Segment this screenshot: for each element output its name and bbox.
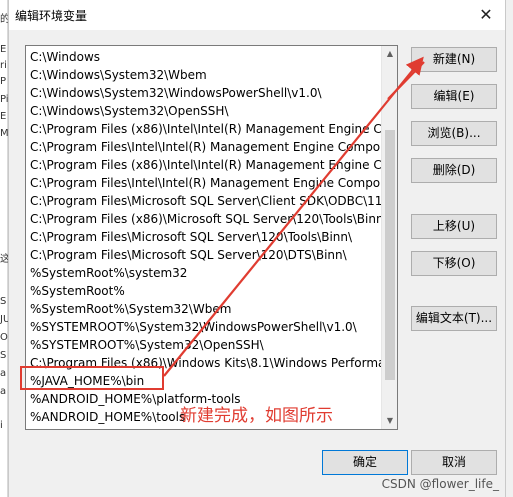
annotation-arrow-long [163,56,424,377]
annotation-arrows [163,56,425,377]
watermark: CSDN @flower_life_ [381,477,499,491]
annotation-arrow-short [387,61,425,100]
